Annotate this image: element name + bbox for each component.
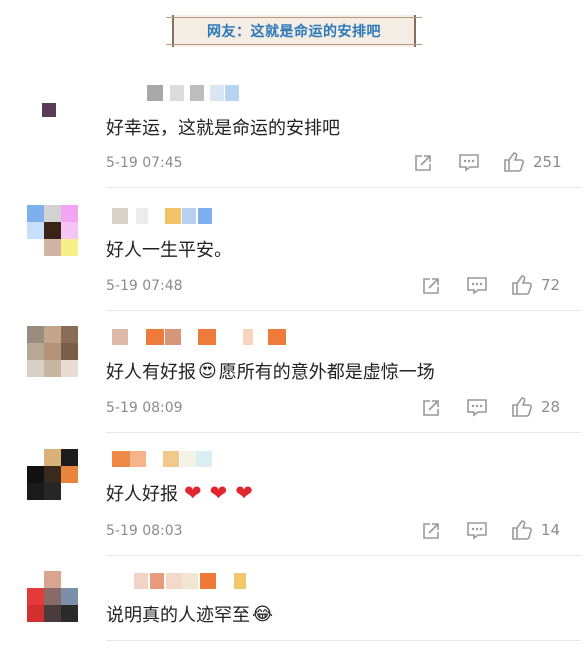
- laughing-tears-emoji-icon: 😂: [252, 603, 274, 625]
- share-button[interactable]: [421, 276, 441, 296]
- like-count: 72: [541, 276, 561, 294]
- like-button[interactable]: 72: [511, 274, 560, 296]
- comment-time: 5-19 08:09: [106, 400, 183, 416]
- comment-text: 说明真的人迹罕至 😂: [106, 601, 275, 627]
- heart-emoji-icon: ❤: [235, 481, 253, 505]
- comment-text: 好幸运，这就是命运的安排吧: [106, 118, 340, 139]
- comment-time: 5-19 08:03: [106, 523, 183, 539]
- comment-icon: [467, 277, 487, 295]
- comment-text: 好人好报 ❤ ❤ ❤: [106, 480, 253, 506]
- avatar[interactable]: [27, 449, 78, 500]
- share-button[interactable]: [421, 398, 441, 418]
- share-icon: [415, 155, 431, 171]
- divider: [106, 555, 581, 556]
- share-button[interactable]: [421, 521, 441, 541]
- comment-time: 5-19 07:45: [106, 155, 183, 171]
- avatar[interactable]: [27, 205, 78, 256]
- thumbs-up-icon: [504, 152, 524, 172]
- divider: [106, 640, 581, 641]
- banner-title: 网友：这就是命运的安排吧: [207, 24, 381, 40]
- comment-time: 5-19 07:48: [106, 278, 183, 294]
- comment-button[interactable]: [466, 521, 488, 541]
- like-count: 251: [533, 153, 562, 171]
- like-button[interactable]: 251: [503, 151, 562, 173]
- thumbs-up-icon: [512, 275, 532, 295]
- comment-text-part: 说明真的人迹罕至: [106, 605, 250, 626]
- like-count: 28: [541, 398, 561, 416]
- divider: [106, 432, 581, 433]
- comment-text-part: 好人有好报: [106, 362, 196, 383]
- heart-eyes-emoji-icon: 😍: [198, 360, 217, 382]
- comment-icon: [467, 522, 487, 540]
- share-icon: [423, 400, 439, 416]
- share-icon: [423, 523, 439, 539]
- comment-icon: [459, 154, 479, 172]
- like-count: 14: [541, 521, 561, 539]
- avatar[interactable]: [27, 571, 78, 622]
- thumbs-up-icon: [512, 520, 532, 540]
- thumbs-up-icon: [512, 397, 532, 417]
- comment-text: 好人一生平安。: [106, 240, 232, 261]
- comment-button[interactable]: [458, 153, 480, 173]
- comment-icon: [467, 399, 487, 417]
- like-button[interactable]: 28: [511, 396, 560, 418]
- share-icon: [423, 278, 439, 294]
- article-title-banner: 网友：这就是命运的安排吧: [166, 15, 422, 47]
- avatar[interactable]: [27, 326, 78, 377]
- heart-emoji-icon: ❤: [184, 481, 202, 505]
- divider: [106, 310, 581, 311]
- comment-button[interactable]: [466, 276, 488, 296]
- like-button[interactable]: 14: [511, 519, 560, 541]
- comment-text-part: 愿所有的意外都是虚惊一场: [218, 362, 435, 383]
- heart-emoji-icon: ❤: [209, 481, 228, 505]
- comment-text-part: 好人好报: [106, 484, 178, 505]
- comment-text: 好人有好报 😍 愿所有的意外都是虚惊一场: [106, 358, 435, 384]
- avatar[interactable]: [27, 95, 77, 145]
- share-button[interactable]: [413, 153, 433, 173]
- comment-button[interactable]: [466, 398, 488, 418]
- divider: [106, 187, 581, 188]
